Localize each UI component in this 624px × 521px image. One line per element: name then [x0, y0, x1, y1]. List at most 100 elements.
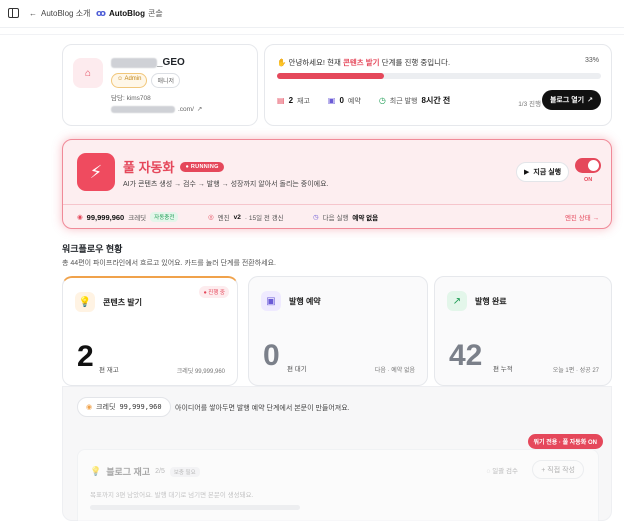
automation-mode-badge: 워기 전용 · 풀 자동화 ON [527, 434, 603, 449]
coin-icon: ◉ [86, 404, 93, 411]
credit-info: ◉ 99,999,960 크레딧 자동충전 [77, 212, 179, 222]
role-badges: ☺ Admin 매니저 [111, 73, 181, 88]
site-url-suffix: .com/ [178, 105, 194, 113]
credit-label: 크레딧 [96, 404, 116, 411]
stage-detail-panel: ◉ 크레딧 99,999,960 아이디어를 쌓아두면 발행 예약 단계에서 본… [62, 386, 612, 521]
progress-stats: ▤ 2 재고 ▣ 0 예약 ◷ 최근 발행 8시간 전 [277, 95, 450, 106]
credit-value: 99,999,960 [86, 212, 125, 222]
progress-percent: 33% [584, 57, 599, 64]
calendar-icon: ▣ [327, 96, 336, 105]
stage-meta: 오늘 1편 · 성공 27 [552, 368, 599, 374]
credit-value: 99,999,960 [119, 403, 162, 411]
stock-label: 재고 [297, 97, 310, 105]
stage-count: 42 [449, 339, 483, 372]
coin-icon: ◉ [77, 214, 83, 221]
run-now-button[interactable]: ▶ 지금 실행 [516, 162, 570, 182]
engine-label: 엔진 [217, 215, 230, 222]
stage-count: 2 [77, 340, 94, 373]
stock-count: 2/5 [155, 468, 165, 475]
last-published-value: 8시간 전 [421, 96, 451, 105]
progress-message: ✋ 안녕하세요! 현재 콘텐츠 발기 단계를 진행 중입니다. [277, 58, 451, 67]
owner-label: 담당: kims708 [111, 95, 151, 102]
progress-card: ✋ 안녕하세요! 현재 콘텐츠 발기 단계를 진행 중입니다. 33% ▤ 2 … [264, 44, 612, 126]
stage-card-ideation[interactable]: 💡 콘텐츠 발기 ● 진행 중 2 편 재고 크레딧 99,999,960 [62, 276, 238, 386]
stage-hint: 아이디어를 쌓아두면 발행 예약 단계에서 본문이 만들어져요. [175, 405, 350, 412]
brand-mark-icon: ꝏ [96, 8, 106, 18]
brand-suffix: 콘솔 [147, 9, 163, 18]
automation-toggle[interactable] [575, 158, 601, 173]
stage-meta: 다음 · 예약 없음 [374, 368, 415, 374]
stage-card-scheduled[interactable]: ▣ 발행 예약 0 편 대기 다음 · 예약 없음 [248, 276, 428, 386]
stage-unit: 편 누적 [493, 366, 513, 373]
stock-description: 목표까지 3편 남았어요. 발행 대기로 넘기면 본문이 생성돼요. [90, 492, 254, 499]
credit-pill: ◉ 크레딧 99,999,960 [77, 397, 171, 417]
lightbulb-icon: 💡 [90, 466, 102, 476]
running-badge: ● RUNNING [180, 161, 224, 172]
redacted-url [111, 105, 175, 113]
progress-bar-fill [277, 73, 384, 79]
stage-label: 발행 예약 [289, 297, 321, 306]
lightbulb-icon: 💡 [75, 292, 95, 312]
automation-title: 풀 자동화 ● RUNNING [123, 157, 224, 176]
engine-version: v2 [233, 213, 241, 221]
back-link-label: AutoBlog 소개 [41, 9, 91, 18]
shield-icon: ◌ [486, 468, 491, 475]
divider [63, 204, 611, 205]
role-badge: 매니저 [151, 73, 181, 88]
stage-label: 콘텐츠 발기 [103, 298, 143, 307]
stock-progress-bar [90, 505, 300, 510]
profile-card: ⌂ _GEO ☺ Admin 매니저 담당: kims708 .com/ ↗ [62, 44, 258, 126]
refill-tag: 보충 필요 [169, 466, 200, 477]
automation-card: ⚡ 풀 자동화 ● RUNNING AI가 콘텐츠 생성 → 검수 → 발행 →… [62, 139, 612, 229]
engine-updated: · 15일 전 갱신 [244, 215, 284, 222]
site-name-suffix: _GEO [157, 57, 185, 68]
auto-charge-tag: 자동충전 [150, 212, 179, 222]
next-run-label: 다음 실행 [322, 215, 349, 222]
write-manually-button[interactable]: + 직접 작성 [532, 460, 584, 479]
stage-meta: 크레딧 99,999,960 [176, 369, 225, 375]
redacted-name [111, 57, 157, 68]
step-indicator: 1/3 진행 [518, 101, 541, 108]
next-run-value: 예약 없음 [352, 215, 379, 222]
play-icon: ▶ [524, 169, 530, 176]
stage-unit: 편 대기 [287, 366, 307, 373]
external-link-icon: ↗ [587, 97, 593, 104]
workflow-subtitle: 총 44편이 파이프라인에서 흐르고 있어요. 카드를 눌러 단계를 전환하세요… [62, 260, 276, 267]
reserved-count: 0 [339, 96, 344, 105]
automation-description: AI가 콘텐츠 생성 → 검수 → 발행 → 성장까지 알아서 돌리는 중이에요… [123, 181, 329, 188]
credit-label: 크레딧 [128, 215, 147, 222]
document-icon: ▤ [277, 96, 285, 105]
stage-count: 0 [263, 339, 280, 372]
calendar-icon: ▣ [261, 291, 281, 311]
divider [0, 34, 624, 35]
stage-unit: 편 재고 [99, 367, 119, 374]
sidebar-toggle-icon[interactable] [8, 8, 19, 18]
reserved-label: 예약 [347, 97, 361, 105]
engine-status-link[interactable]: 엔진 상태 → [565, 212, 599, 222]
clock-icon: ◷ [313, 214, 319, 221]
site-name: _GEO [111, 57, 185, 68]
next-run-info: ◷ 다음 실행 예약 없음 [313, 212, 378, 222]
lightning-icon: ⚡ [77, 153, 115, 191]
avatar: ⌂ [73, 58, 103, 88]
workflow-title: 워크플로우 현황 [62, 244, 123, 254]
open-blog-button[interactable]: 블로그 열기 ↗ [541, 90, 601, 110]
stage-card-published[interactable]: ↗ 발행 완료 42 편 누적 오늘 1편 · 성공 27 [434, 276, 612, 386]
stock-count: 2 [288, 96, 294, 105]
toggle-state-label: ON [584, 177, 593, 183]
progress-bar [277, 73, 601, 79]
engine-info: ◎ 엔진 v2 · 15일 전 갱신 [208, 212, 284, 223]
bulk-review-button[interactable]: ◌ 일괄 검수 [487, 465, 518, 475]
arrow-left-icon: ← [29, 9, 37, 18]
site-url[interactable]: .com/ ↗ [111, 105, 202, 113]
back-link[interactable]: ← AutoBlog 소개 [29, 8, 90, 19]
blog-stock-card: 💡 블로그 재고 2/5 보충 필요 ◌ 일괄 검수 + 직접 작성 목표까지 … [77, 449, 599, 521]
stock-title: 💡 블로그 재고 2/5 보충 필요 [90, 465, 200, 478]
brand-name: AutoBlog [108, 9, 145, 18]
wave-icon: ✋ [277, 58, 287, 67]
trend-up-icon: ↗ [447, 291, 467, 311]
admin-badge: ☺ Admin [111, 73, 148, 88]
brand-logo[interactable]: ꝏ AutoBlog 콘솔 [96, 8, 163, 19]
stage-label: 발행 완료 [475, 297, 507, 306]
home-icon: ⌂ [84, 67, 92, 79]
